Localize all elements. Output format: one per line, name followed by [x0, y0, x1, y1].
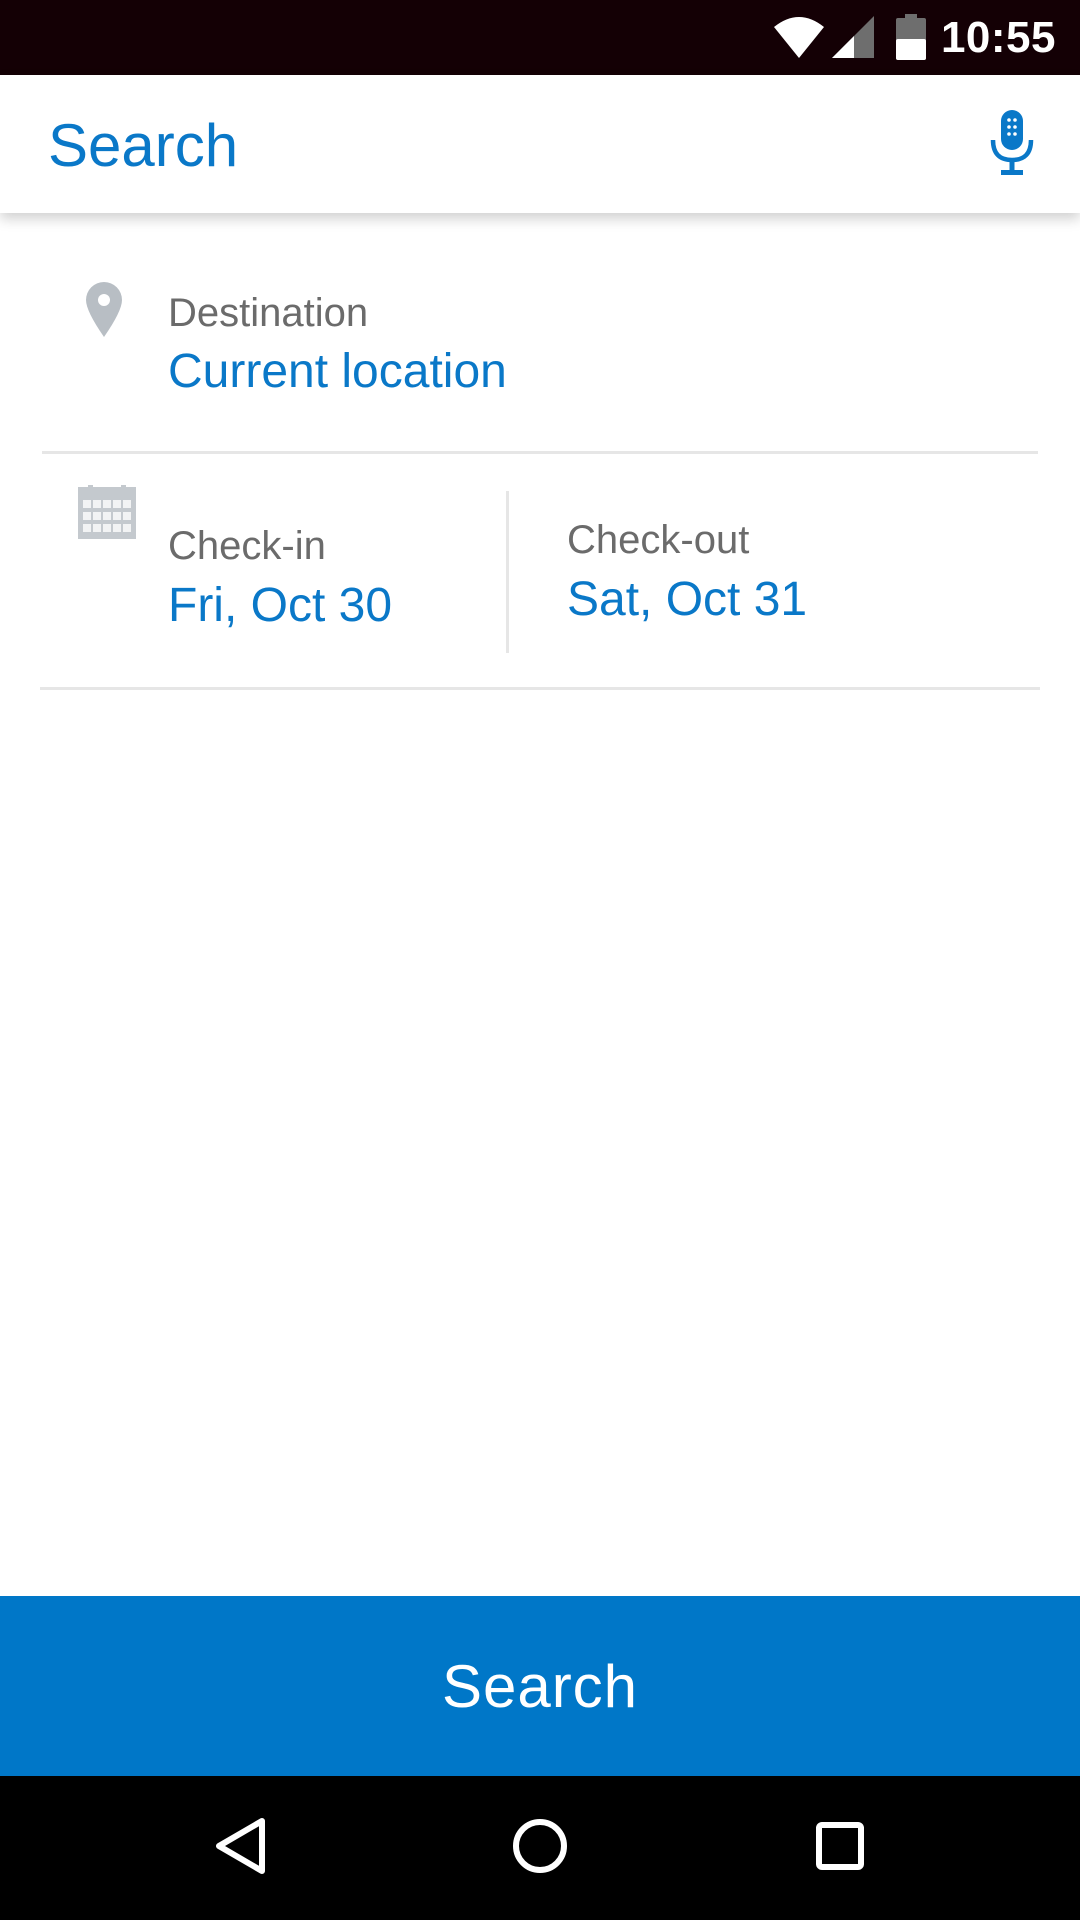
check-in-label: Check-in: [168, 524, 326, 568]
back-button[interactable]: [190, 1798, 290, 1898]
search-form: Destination Current location Check-in Fr…: [0, 213, 1080, 1596]
check-in-field[interactable]: [0, 455, 506, 685]
divider: [42, 451, 1038, 454]
voice-search-button[interactable]: [970, 103, 1054, 187]
destination-label: Destination: [168, 291, 369, 335]
home-button[interactable]: [490, 1798, 590, 1898]
check-out-label: Check-out: [567, 518, 750, 562]
location-pin-icon: [84, 281, 124, 342]
app-bar: Search: [0, 75, 1080, 213]
divider: [40, 687, 1040, 690]
destination-field[interactable]: [0, 213, 1080, 453]
cell-signal-icon: [830, 14, 876, 65]
microphone-icon: [990, 109, 1034, 181]
page-title: Search: [48, 112, 239, 179]
check-out-value: Sat, Oct 31: [567, 573, 808, 626]
navigation-bar: [0, 1776, 1080, 1920]
check-in-value: Fri, Oct 30: [168, 579, 393, 632]
check-out-field[interactable]: [509, 455, 1080, 685]
search-button[interactable]: Search: [0, 1596, 1080, 1776]
back-icon: [212, 1816, 268, 1881]
status-time: 10:55: [940, 13, 1056, 62]
wifi-icon: [773, 14, 825, 65]
home-icon: [512, 1818, 568, 1879]
recents-button[interactable]: [790, 1798, 890, 1898]
battery-icon: [896, 14, 926, 65]
destination-value: Current location: [168, 345, 507, 398]
recents-icon: [815, 1821, 865, 1876]
calendar-icon: [78, 485, 136, 544]
status-bar: 10:55: [0, 0, 1080, 75]
